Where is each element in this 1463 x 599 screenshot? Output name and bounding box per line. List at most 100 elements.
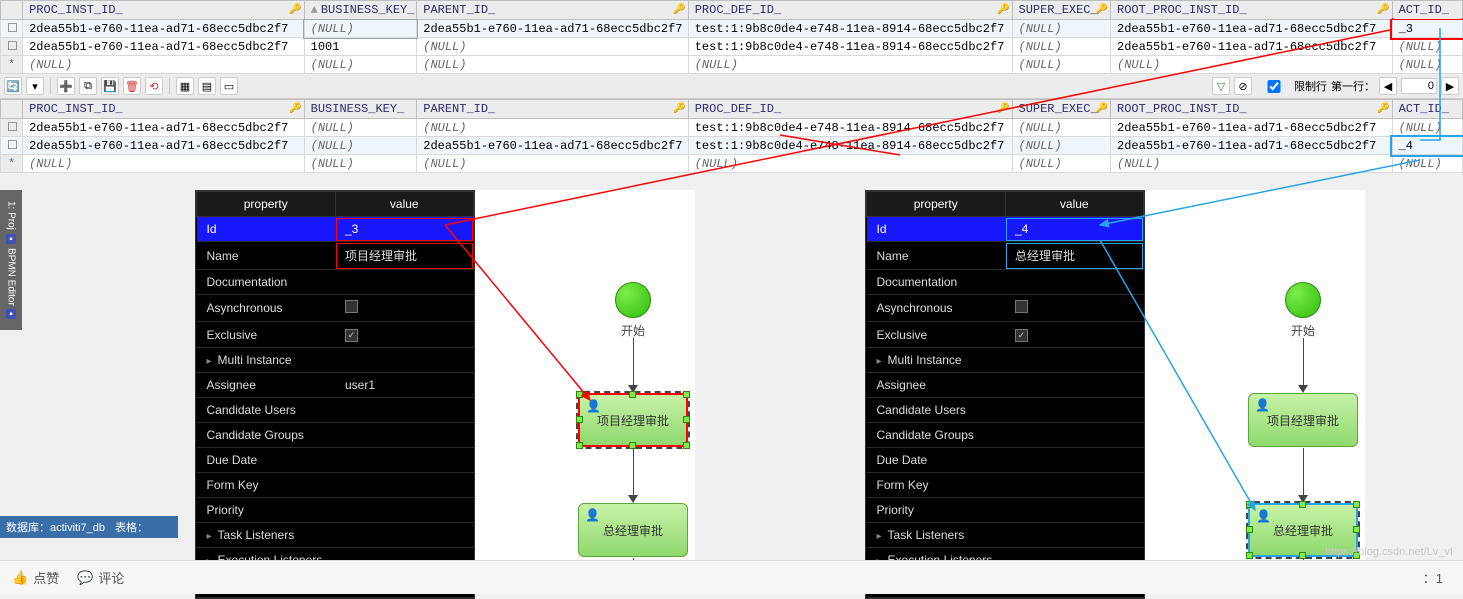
property-row[interactable]: Exclusive✓ <box>867 322 1144 348</box>
checkbox-icon[interactable] <box>345 300 358 313</box>
property-panel-right: propertyvalue Id_4Name总经理审批Documentation… <box>865 190 1145 599</box>
start-event[interactable] <box>615 282 651 318</box>
col-super-exec[interactable]: SUPER_EXEC_🔑 <box>1012 1 1111 20</box>
revert-button[interactable]: ⟲ <box>145 77 163 95</box>
user-icon: 👤 <box>1256 509 1271 523</box>
checkbox-icon[interactable]: ✓ <box>345 329 358 342</box>
property-row[interactable]: Priority <box>867 498 1144 523</box>
row-offset-input[interactable] <box>1401 78 1437 94</box>
col-proc-def-id[interactable]: PROC_DEF_ID_🔑 <box>688 1 1012 20</box>
side-tab[interactable]: 1: Proj ▪ BPMN Editor ▪ <box>0 190 22 330</box>
property-row[interactable]: Documentation <box>197 270 474 295</box>
col-act-id[interactable]: ACT_ID_ <box>1392 100 1462 119</box>
bpmn-diagram-right[interactable]: 开始 👤 项目经理审批 👤 总经理审批 <box>1145 190 1365 590</box>
property-row[interactable]: Id_4 <box>867 217 1144 242</box>
property-row[interactable]: Documentation <box>867 270 1144 295</box>
prop-header: property <box>197 192 336 217</box>
task-general-manager-approve[interactable]: 👤 总经理审批 <box>578 503 688 557</box>
thumbs-up-icon: 👍 <box>12 570 28 586</box>
col-act-id[interactable]: ACT_ID_ <box>1392 1 1462 20</box>
view-grid-button[interactable]: ▦ <box>176 77 194 95</box>
table-row[interactable]: ☐ 2dea55b1-e760-11ea-ad71-68ecc5dbc2f7 (… <box>1 137 1463 155</box>
first-row-label: 第一行： <box>1331 78 1375 94</box>
status-bar: 数据库：activiti7_db 表格： <box>0 516 178 538</box>
table-row[interactable]: * (NULL) (NULL) (NULL) (NULL) (NULL) (NU… <box>1 56 1463 74</box>
user-icon: 👤 <box>586 399 601 413</box>
start-event[interactable] <box>1285 282 1321 318</box>
property-row[interactable]: Form Key <box>197 473 474 498</box>
table-row[interactable]: ☐ 2dea55b1-e760-11ea-ad71-68ecc5dbc2f7 (… <box>1 119 1463 137</box>
property-row[interactable]: Multi Instance <box>197 348 474 373</box>
bpmn-diagram-left[interactable]: 开始 👤 项目经理审批 👤 总经理审批 <box>475 190 695 590</box>
property-row[interactable]: Candidate Groups <box>867 423 1144 448</box>
refresh-button[interactable]: 🔄 <box>4 77 22 95</box>
property-row[interactable]: Asynchronous <box>197 295 474 322</box>
table-row[interactable]: ☐ 2dea55b1-e760-11ea-ad71-68ecc5dbc2f7 (… <box>1 20 1463 38</box>
property-row[interactable]: Multi Instance <box>867 348 1144 373</box>
task-project-manager-approve[interactable]: 👤 项目经理审批 <box>1248 393 1358 447</box>
table-row[interactable]: * (NULL) (NULL) (NULL) (NULL) (NULL) (NU… <box>1 155 1463 173</box>
start-event-label: 开始 <box>621 322 645 339</box>
key-icon: 🔑 <box>289 4 301 16</box>
property-row[interactable]: Task Listeners <box>197 523 474 548</box>
clear-filter-button[interactable]: ⊘ <box>1234 77 1252 95</box>
task-project-manager-approve[interactable]: 👤 项目经理审批 <box>578 393 688 447</box>
key-icon: 🔑 <box>673 4 685 16</box>
property-row[interactable]: Priority <box>197 498 474 523</box>
col-root-proc-inst-id[interactable]: ROOT_PROC_INST_ID_🔑 <box>1111 1 1393 20</box>
key-icon: 🔑 <box>1096 4 1108 16</box>
col-business-key[interactable]: BUSINESS_KEY_ <box>304 100 417 119</box>
folder-icon: ▪ <box>6 234 16 244</box>
view-text-button[interactable]: ▭ <box>220 77 238 95</box>
delete-button[interactable]: 🗑 <box>123 77 141 95</box>
checkbox-icon[interactable] <box>1015 300 1028 313</box>
act-id-cell-3: _3 <box>1392 20 1462 38</box>
grid-1[interactable]: PROC_INST_ID_🔑 ▲BUSINESS_KEY_ PARENT_ID_… <box>0 0 1463 74</box>
col-proc-inst-id[interactable]: PROC_INST_ID_🔑 <box>23 100 305 119</box>
count-label: ：1 <box>1423 568 1443 587</box>
col-parent-id[interactable]: PARENT_ID_🔑 <box>417 1 688 20</box>
row-selector[interactable] <box>1 1 23 20</box>
limit-rows-checkbox[interactable]: 限制行 <box>1256 78 1327 94</box>
view-form-button[interactable]: ▤ <box>198 77 216 95</box>
property-row[interactable]: Id_3 <box>197 217 474 242</box>
next-page-button[interactable]: ▶ <box>1441 77 1459 95</box>
col-super-exec[interactable]: SUPER_EXEC_🔑 <box>1012 100 1111 119</box>
property-row[interactable]: Name项目经理审批 <box>197 242 474 270</box>
duplicate-button[interactable]: ⧉ <box>79 77 97 95</box>
property-row[interactable]: Candidate Groups <box>197 423 474 448</box>
property-row[interactable]: Name总经理审批 <box>867 242 1144 270</box>
property-row[interactable]: Due Date <box>197 448 474 473</box>
property-row[interactable]: Due Date <box>867 448 1144 473</box>
prev-page-button[interactable]: ◀ <box>1379 77 1397 95</box>
col-business-key[interactable]: ▲BUSINESS_KEY_ <box>304 1 417 20</box>
property-row[interactable]: Assigneeuser1 <box>197 373 474 398</box>
dropdown-button[interactable]: ▾ <box>26 77 44 95</box>
filter-button[interactable]: ▽ <box>1212 77 1230 95</box>
key-icon: 🔑 <box>997 4 1009 16</box>
save-button[interactable]: 💾 <box>101 77 119 95</box>
property-row[interactable]: Asynchronous <box>867 295 1144 322</box>
add-row-button[interactable]: ➕ <box>57 77 75 95</box>
checkbox-icon[interactable]: ✓ <box>1015 329 1028 342</box>
proj-tab-label: 1: Proj <box>6 201 17 230</box>
col-parent-id[interactable]: PARENT_ID_🔑 <box>417 100 688 119</box>
property-row[interactable]: Candidate Users <box>197 398 474 423</box>
property-row[interactable]: Assignee <box>867 373 1144 398</box>
editor-icon: ▪ <box>6 309 16 319</box>
comment-icon: 💬 <box>77 570 93 586</box>
property-row[interactable]: Form Key <box>867 473 1144 498</box>
property-row[interactable]: Candidate Users <box>867 398 1144 423</box>
user-icon: 👤 <box>1255 398 1270 412</box>
act-id-cell-4: _4 <box>1392 137 1462 155</box>
like-button[interactable]: 👍点赞 <box>12 568 59 587</box>
comment-button[interactable]: 💬评论 <box>77 568 124 587</box>
property-panel-left: propertyvalue Id_3Name项目经理审批Documentatio… <box>195 190 475 599</box>
property-row[interactable]: Exclusive✓ <box>197 322 474 348</box>
property-row[interactable]: Task Listeners <box>867 523 1144 548</box>
table-row[interactable]: ☐ 2dea55b1-e760-11ea-ad71-68ecc5dbc2f7 1… <box>1 38 1463 56</box>
col-proc-inst-id[interactable]: PROC_INST_ID_🔑 <box>23 1 305 20</box>
col-proc-def-id[interactable]: PROC_DEF_ID_🔑 <box>688 100 1012 119</box>
grid-2[interactable]: PROC_INST_ID_🔑 BUSINESS_KEY_ PARENT_ID_🔑… <box>0 99 1463 173</box>
col-root-proc-inst-id[interactable]: ROOT_PROC_INST_ID_🔑 <box>1111 100 1393 119</box>
